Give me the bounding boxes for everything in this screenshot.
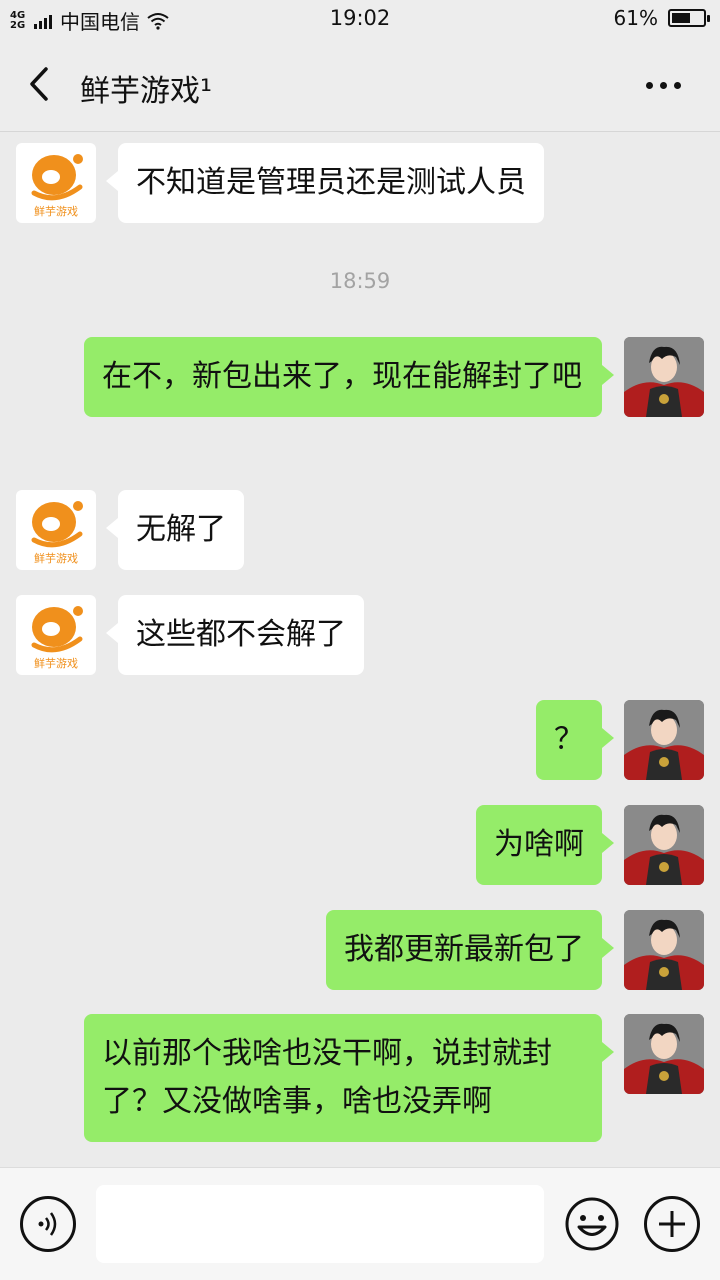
chevron-left-icon [30,67,48,101]
contact-logo-text: 鲜芋游戏 [34,552,78,565]
back-button[interactable] [22,64,58,104]
status-time: 19:02 [329,6,391,30]
message-bubble-sent[interactable]: 我都更新最新包了 [326,910,614,990]
anime-character-avatar-icon [624,337,704,417]
emoji-button[interactable] [564,1196,620,1252]
message-bubble-received[interactable]: 无解了 [106,490,244,570]
message-input[interactable] [96,1185,544,1263]
my-avatar[interactable] [624,805,704,885]
contact-avatar[interactable]: 鲜芋游戏 [16,595,96,675]
battery-icon [668,9,710,27]
message-bubble-sent[interactable]: 以前那个我啥也没干啊，说封就封了？又没做啥事，啥也没弄啊 [84,1014,614,1142]
my-avatar[interactable] [624,910,704,990]
voice-button[interactable] [20,1196,76,1252]
input-bar [0,1167,720,1280]
anime-character-avatar-icon [624,805,704,885]
anime-character-avatar-icon [624,910,704,990]
nav-bar: 鲜芋游戏¹ [0,38,720,132]
contact-logo-text: 鲜芋游戏 [34,205,78,218]
chat-title: 鲜芋游戏¹ [80,74,213,109]
battery-level [672,13,690,23]
message-bubble-sent[interactable]: ？ [536,700,614,780]
message-bubble-sent[interactable]: 在不，新包出来了，现在能解封了吧 [84,337,614,417]
plus-button[interactable] [644,1196,700,1252]
message-bubble-sent[interactable]: 为啥啊 [476,805,614,885]
plus-icon [659,1211,685,1237]
message-bubble-received[interactable]: 不知道是管理员还是测试人员 [106,143,544,223]
battery-percent: 61% [613,6,658,30]
chat-area[interactable]: 鲜芋游戏 不知道是管理员还是测试人员 18:59 在不，新包出来了，现在能解封了… [0,133,720,1167]
my-avatar[interactable] [624,700,704,780]
contact-logo-text: 鲜芋游戏 [34,657,78,670]
anime-character-avatar-icon [624,1014,704,1094]
emoji-icon [565,1197,619,1251]
my-avatar[interactable] [624,337,704,417]
contact-avatar[interactable]: 鲜芋游戏 [16,490,96,570]
message-timestamp: 18:59 [329,269,391,293]
contact-avatar[interactable]: 鲜芋游戏 [16,143,96,223]
status-bar: 4G 2G 中国电信 19:02 61% [0,0,720,38]
voice-icon [38,1212,57,1236]
status-right: 61% [613,6,710,30]
message-bubble-received[interactable]: 这些都不会解了 [106,595,364,675]
anime-character-avatar-icon [624,700,704,780]
more-button[interactable] [646,74,690,94]
more-dots-icon [646,74,688,93]
my-avatar[interactable] [624,1014,704,1094]
